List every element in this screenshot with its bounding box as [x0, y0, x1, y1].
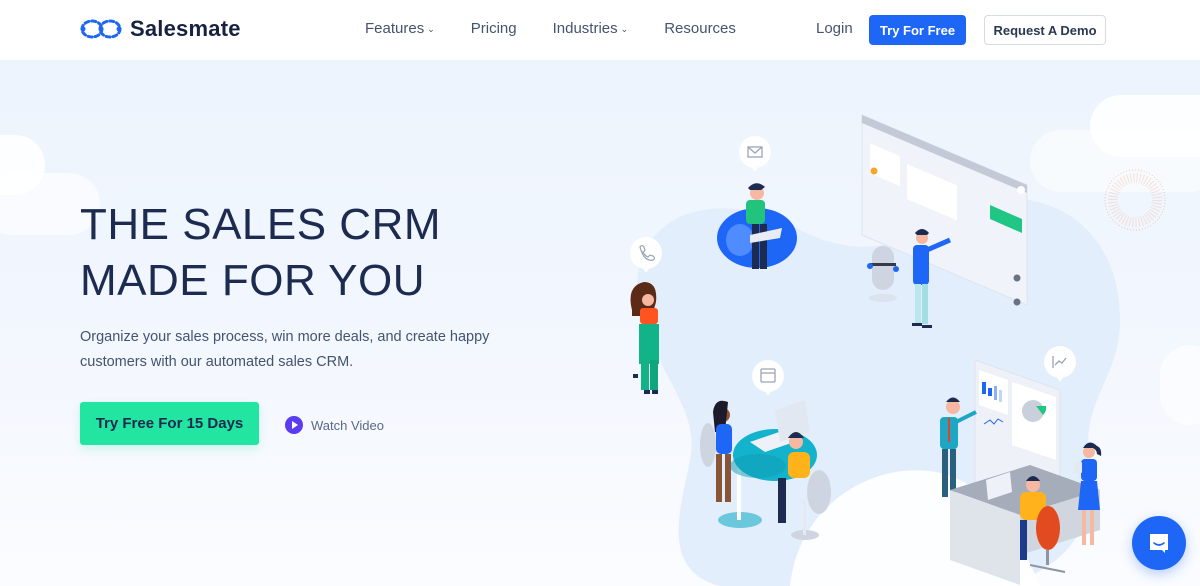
hero-subtext: Organize your sales process, win more de…	[80, 329, 490, 370]
crm-illustration	[630, 114, 1166, 586]
mail-bubble	[739, 136, 771, 172]
watch-video-label: Watch Video	[311, 417, 384, 433]
main-nav: Features ⌄ Pricing Industries ⌄ Resource…	[365, 20, 736, 37]
nav-item-industries[interactable]: Industries ⌄	[553, 20, 629, 37]
hero-headline: THE SALES CRM MADE FOR YOU	[80, 197, 441, 309]
top-navigation-bar: Salesmate Features ⌄ Pricing Industries …	[0, 0, 1200, 60]
nav-item-pricing[interactable]: Pricing	[471, 20, 517, 37]
watch-video-button[interactable]: Watch Video	[285, 416, 384, 434]
nav-label: Features	[365, 20, 425, 37]
request-demo-button[interactable]: Request A Demo	[984, 15, 1106, 45]
person-on-beanbag	[717, 183, 797, 269]
free-trial-button[interactable]: Try Free For 15 Days	[80, 402, 259, 445]
login-link[interactable]: Login	[816, 20, 853, 37]
salesmate-logo-icon	[80, 19, 122, 39]
nav-item-resources[interactable]: Resources	[664, 20, 736, 37]
live-chat-button[interactable]	[1132, 516, 1186, 570]
nav-label: Resources	[664, 20, 736, 37]
woman-on-phone	[630, 282, 659, 394]
nav-item-features[interactable]: Features ⌄	[365, 20, 435, 37]
headline-line-2: MADE FOR YOU	[80, 256, 426, 305]
chevron-down-icon: ⌄	[427, 24, 435, 34]
brand-name: Salesmate	[130, 16, 241, 41]
nav-label: Industries	[552, 20, 618, 37]
brand-logo[interactable]: Salesmate	[80, 16, 241, 42]
chat-icon	[1150, 534, 1168, 553]
chevron-down-icon: ⌄	[620, 24, 629, 34]
play-icon	[285, 416, 303, 434]
nav-label: Pricing	[470, 20, 517, 37]
try-for-free-button[interactable]: Try For Free	[869, 15, 966, 45]
hero-section: THE SALES CRM MADE FOR YOU Organize your…	[0, 60, 1200, 586]
headline-line-1: THE SALES CRM	[80, 200, 442, 249]
